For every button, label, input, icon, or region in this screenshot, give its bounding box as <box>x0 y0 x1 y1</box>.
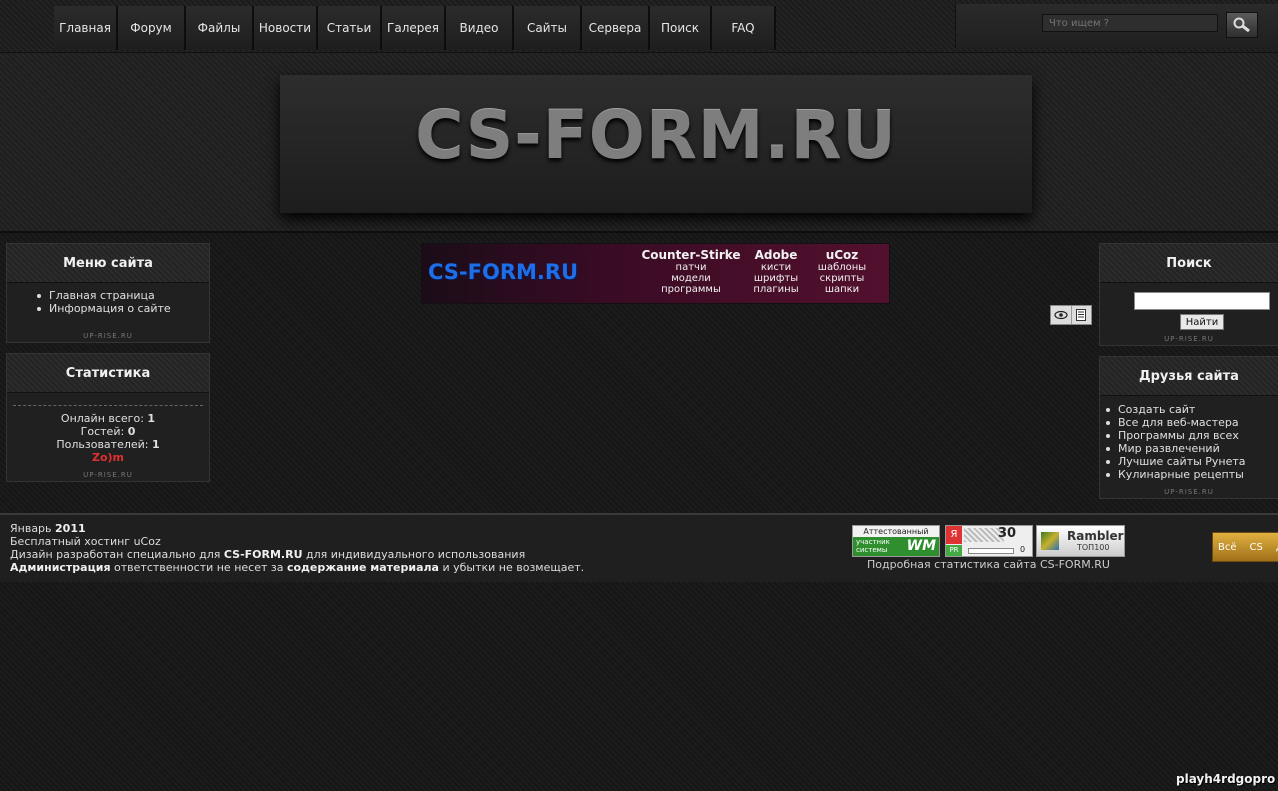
top-search-input[interactable] <box>1042 14 1218 32</box>
footer-date: Январь 2011 <box>10 522 86 535</box>
nav-item-video[interactable]: Видео <box>446 6 514 50</box>
watermark-text: playh4rdgopro <box>1176 772 1276 786</box>
friend-link[interactable]: Создать сайт <box>1106 403 1278 416</box>
top-search-area <box>955 4 1278 48</box>
ad-banner[interactable]: CS-FORM.RU Counter-Stirke патчи модели п… <box>421 243 890 304</box>
text-view-icon[interactable] <box>1072 306 1092 324</box>
nav-item-articles[interactable]: Статьи <box>318 6 382 50</box>
bullet-icon <box>1106 460 1110 464</box>
bullet-icon <box>37 294 41 298</box>
friends-list: Создать сайт Все для веб-мастера Програм… <box>1100 396 1278 481</box>
bullet-icon <box>1106 421 1110 425</box>
footer-disclaimer: Администрация ответственности не несет з… <box>10 561 585 574</box>
statistics-block: Статистика Онлайн всего: 1 Гостей: 0 Пол… <box>6 353 210 482</box>
site-logo[interactable]: CS-FORM.RU <box>280 97 1032 174</box>
yandex-cy-counter[interactable]: Я 30 PR 0 <box>945 525 1033 557</box>
bullet-icon <box>1106 408 1110 412</box>
detailed-stats-link[interactable]: Подробная статистика сайта CS-FORM.RU <box>867 558 1110 571</box>
block-title: Меню сайта <box>7 244 209 283</box>
block-credit: UP-RISE.RU <box>83 332 133 340</box>
nav-item-search[interactable]: Поиск <box>650 6 712 50</box>
block-credit: UP-RISE.RU <box>83 471 133 479</box>
friend-link[interactable]: Лучшие сайты Рунета <box>1106 455 1278 468</box>
bullet-icon <box>1106 447 1110 451</box>
side-widget[interactable]: Всё CS Д <box>1212 532 1278 562</box>
webmoney-badge[interactable]: Аттестованный участник системы WM <box>852 525 940 557</box>
block-credit: UP-RISE.RU <box>1164 335 1214 343</box>
top-search-button[interactable] <box>1226 12 1258 38</box>
nav-item-servers[interactable]: Сервера <box>582 6 650 50</box>
banner-column-ucoz: uCoz шаблоны скрипты шапки <box>817 248 867 295</box>
search-submit-button[interactable]: Найти <box>1180 314 1224 330</box>
block-title: Друзья сайта <box>1100 357 1278 396</box>
eye-icon[interactable] <box>1051 306 1072 324</box>
logo-panel: CS-FORM.RU <box>280 75 1032 213</box>
bullet-icon <box>1106 473 1110 477</box>
banner-column-adobe: Adobe кисти шрифты плагины <box>753 248 799 295</box>
search-block: Поиск Найти UP-RISE.RU <box>1099 243 1278 346</box>
friend-link[interactable]: Все для веб-мастера <box>1106 416 1278 429</box>
friend-link[interactable]: Мир развлечений <box>1106 442 1278 455</box>
block-credit: UP-RISE.RU <box>1164 488 1214 496</box>
view-mode-switcher <box>1050 305 1092 325</box>
site-menu-list: Главная страница Информация о сайте <box>7 283 209 315</box>
rambler-top100-counter[interactable]: Rambler ТОП100 <box>1036 525 1125 557</box>
banner-column-cs: Counter-Stirke патчи модели программы <box>641 248 741 295</box>
nav-item-sites[interactable]: Сайты <box>514 6 582 50</box>
nav-item-home[interactable]: Главная <box>54 6 118 50</box>
block-title: Поиск <box>1100 244 1278 283</box>
stats-body: Онлайн всего: 1 Гостей: 0 Пользователей:… <box>7 406 209 464</box>
bullet-icon <box>37 307 41 311</box>
nav-item-gallery[interactable]: Галерея <box>382 6 446 50</box>
friends-block: Друзья сайта Создать сайт Все для веб-ма… <box>1099 356 1278 499</box>
site-footer: Январь 2011 Бесплатный хостинг uCoz Диза… <box>0 513 1278 582</box>
block-title: Статистика <box>7 354 209 393</box>
menu-link-info[interactable]: Информация о сайте <box>37 302 209 315</box>
nav-item-files[interactable]: Файлы <box>186 6 254 50</box>
site-menu-block: Меню сайта Главная страница Информация о… <box>6 243 210 343</box>
friend-link[interactable]: Программы для всех <box>1106 429 1278 442</box>
banner-logo: CS-FORM.RU <box>428 260 579 284</box>
nav-item-faq[interactable]: FAQ <box>712 6 776 50</box>
online-user-link[interactable]: Zo)m <box>7 451 209 464</box>
friend-link[interactable]: Кулинарные рецепты <box>1106 468 1278 481</box>
footer-hosting-link[interactable]: Бесплатный хостинг uCoz <box>10 535 161 548</box>
search-input[interactable] <box>1134 292 1270 310</box>
footer-design-note: Дизайн разработан специально для CS-FORM… <box>10 548 526 561</box>
main-menu: Главная Форум Файлы Новости Статьи Галер… <box>54 6 776 50</box>
nav-item-news[interactable]: Новости <box>254 6 318 50</box>
menu-link-home[interactable]: Главная страница <box>37 289 209 302</box>
bullet-icon <box>1106 434 1110 438</box>
magnifier-icon <box>1233 17 1250 33</box>
top-navigation: Главная Форум Файлы Новости Статьи Галер… <box>0 0 1278 53</box>
nav-item-forum[interactable]: Форум <box>118 6 186 50</box>
site-header: CS-FORM.RU <box>0 53 1278 233</box>
